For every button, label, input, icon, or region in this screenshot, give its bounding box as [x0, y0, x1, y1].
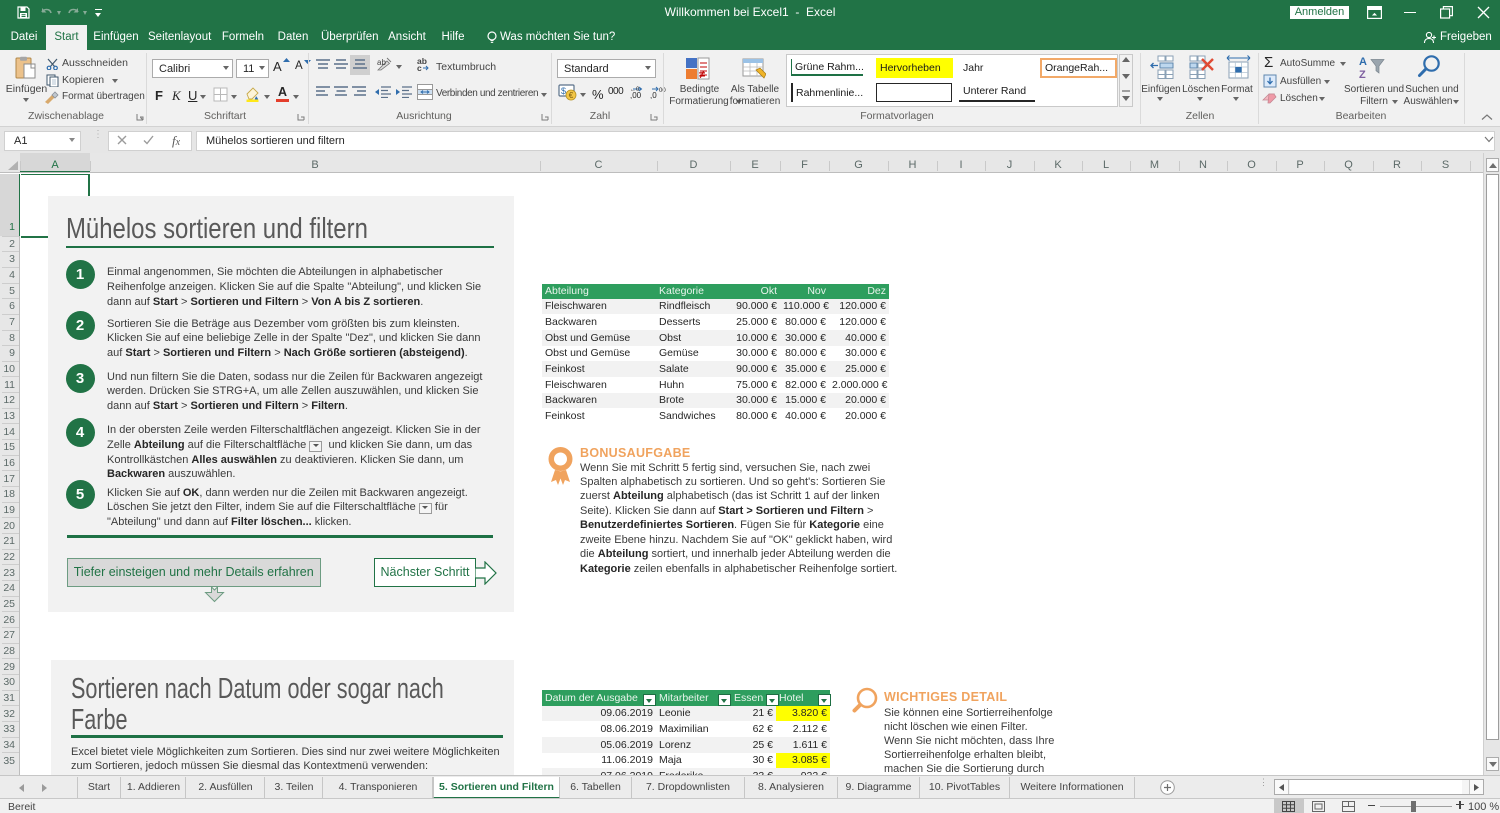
svg-text:←0: ←0: [630, 87, 640, 93]
svg-text:Z: Z: [1359, 69, 1366, 81]
svg-text:A: A: [1359, 56, 1367, 68]
svg-text:€: €: [569, 91, 574, 100]
svg-text:c: c: [417, 63, 422, 72]
svg-text:≠: ≠: [699, 69, 705, 81]
svg-text:$: $: [561, 86, 566, 96]
svg-text:ab: ab: [377, 58, 386, 67]
svg-text:,0: ,0: [650, 91, 657, 99]
